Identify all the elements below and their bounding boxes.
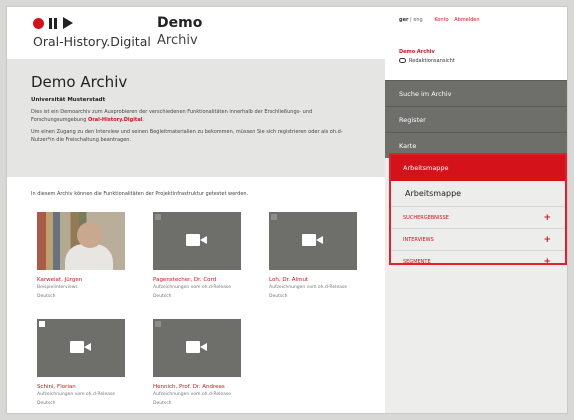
toggle-icon: [399, 58, 406, 63]
interview-card[interactable]: Karweiat, Jürgen Beispielinterviews Deut…: [37, 212, 125, 300]
interview-thumbnail[interactable]: [37, 319, 125, 377]
video-camera-icon: [302, 234, 323, 246]
interview-card[interactable]: Loh, Dr. Almut Aufzeichnungen vom oh.d-R…: [269, 212, 357, 300]
video-camera-icon: [186, 234, 207, 246]
app-frame: Oral-History.Digital Demo Archiv Demo Ar…: [6, 6, 568, 414]
corner-icon: [155, 214, 161, 220]
interview-card[interactable]: Hennich, Prof. Dr. Andreas Aufzeichnunge…: [153, 319, 241, 407]
interview-name[interactable]: Karweiat, Jürgen: [37, 277, 125, 283]
play-icon: [63, 17, 73, 29]
video-camera-icon: [70, 341, 91, 353]
editor-view-toggle[interactable]: Redaktionsansicht: [399, 58, 455, 64]
intro-paragraph-1: Dies ist ein Demoarchiv zum Ausprobieren…: [31, 109, 313, 123]
logo-text[interactable]: Oral-History.Digital: [33, 34, 151, 49]
header: Oral-History.Digital Demo Archiv: [7, 7, 385, 59]
interview-name[interactable]: Loh, Dr. Almut: [269, 277, 357, 283]
nav-register[interactable]: Register: [385, 106, 567, 132]
highlight-frame: [389, 153, 567, 265]
archive-lead-text: In diesem Archiv können die Funktionalit…: [31, 191, 249, 197]
corner-icon: [271, 214, 277, 220]
archive-sub: Archiv: [157, 33, 198, 48]
institution-name: Universität Musterstadt: [31, 97, 106, 103]
interview-card[interactable]: Schini, Florian Aufzeichnungen vom oh.d-…: [37, 319, 125, 407]
logout-link[interactable]: Abmelden: [454, 17, 479, 23]
intro-section: Demo Archiv Universität Musterstadt Dies…: [7, 59, 385, 177]
interview-thumbnail[interactable]: [37, 212, 125, 270]
record-dot-icon: [33, 17, 44, 29]
corner-icon: [155, 321, 161, 327]
interview-name[interactable]: Hennich, Prof. Dr. Andreas: [153, 384, 241, 390]
interview-collection: Aufzeichnungen vom oh.d-Release: [153, 285, 232, 290]
interview-language: Deutsch: [153, 293, 172, 299]
interview-language: Deutsch: [37, 400, 56, 406]
archive-label[interactable]: Demo Archiv: [399, 49, 435, 55]
interview-thumbnail[interactable]: [269, 212, 357, 270]
interview-thumbnail[interactable]: [153, 212, 241, 270]
interview-name[interactable]: Pagenstecher, Dr. Cord: [153, 277, 241, 283]
pause-icon: [49, 17, 57, 29]
page-title: Demo Archiv: [31, 73, 128, 91]
sidebar: ger | eng Konto Abmelden Demo Archiv Red…: [385, 7, 567, 413]
interview-card[interactable]: Pagenstecher, Dr. Cord Aufzeichnungen vo…: [153, 212, 241, 300]
interview-language: Deutsch: [37, 293, 56, 299]
nav-search-archive[interactable]: Suche im Archiv: [385, 80, 567, 106]
interview-name[interactable]: Schini, Florian: [37, 384, 125, 390]
language-switcher: ger | eng Konto Abmelden: [399, 17, 480, 23]
interview-collection: Aufzeichnungen vom oh.d-Release: [37, 392, 116, 397]
account-link[interactable]: Konto: [434, 17, 448, 23]
lang-ger[interactable]: ger: [399, 17, 408, 23]
interview-collection: Aufzeichnungen vom oh.d-Release: [153, 392, 232, 397]
star-icon: [39, 321, 45, 327]
interview-collection: Beispielinterviews: [37, 285, 78, 290]
sidebar-top: ger | eng Konto Abmelden Demo Archiv Red…: [385, 7, 567, 80]
interview-thumbnail[interactable]: [153, 319, 241, 377]
editor-view-label: Redaktionsansicht: [409, 58, 455, 64]
interview-collection: Aufzeichnungen vom oh.d-Release: [269, 285, 348, 290]
interview-language: Deutsch: [153, 400, 172, 406]
archive-name: Demo: [157, 15, 203, 31]
intro-paragraph-2: Um einen Zugang zu den Interview und sei…: [31, 129, 343, 143]
logo-mark[interactable]: [33, 17, 73, 29]
video-camera-icon: [186, 341, 207, 353]
person-image-head: [77, 222, 103, 248]
brand-link[interactable]: Oral-History.Digital: [88, 117, 142, 123]
lang-eng[interactable]: eng: [413, 17, 422, 23]
interview-language: Deutsch: [269, 293, 288, 299]
